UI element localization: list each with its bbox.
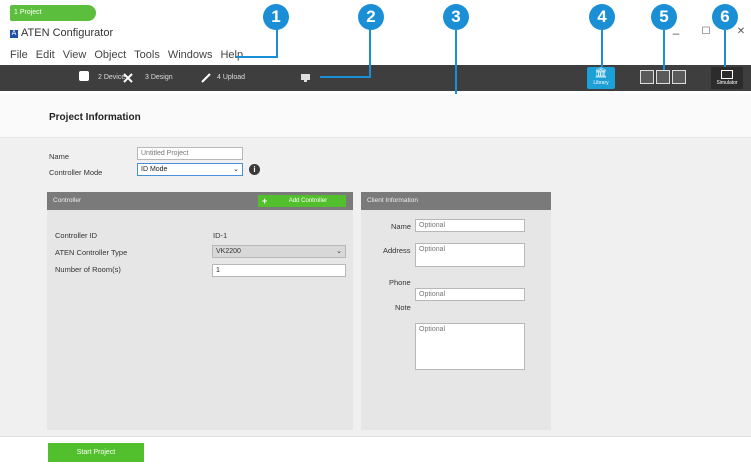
add-controller-button[interactable]: + Add Controller <box>258 195 346 207</box>
menu-file[interactable]: File <box>10 49 28 61</box>
name-label: Name <box>49 152 70 161</box>
client-name-label: Name <box>391 222 412 231</box>
client-address-input[interactable]: Optional <box>415 243 525 267</box>
controller-mode-select[interactable]: ID Mode ⌄ <box>137 163 243 176</box>
client-name-input[interactable]: Optional <box>415 219 525 232</box>
menu-edit[interactable]: Edit <box>36 49 55 61</box>
info-icon[interactable]: i <box>249 164 260 175</box>
layout-left-button[interactable] <box>640 70 654 84</box>
client-note-label: Note <box>395 303 411 312</box>
menu-tools[interactable]: Tools <box>134 49 160 61</box>
callout-5: 5 <box>651 4 677 30</box>
callout-1-line-v <box>276 26 278 58</box>
menu-object[interactable]: Object <box>94 49 126 61</box>
callout-6: 6 <box>712 4 738 30</box>
controller-id-value: ID-1 <box>213 231 228 240</box>
client-phone-input[interactable]: Optional <box>415 288 525 301</box>
project-name-input[interactable]: Untitled Project <box>137 147 243 160</box>
callout-4-line <box>601 30 603 67</box>
layout-bottom-button[interactable] <box>656 70 670 84</box>
client-note-textarea[interactable]: Optional <box>415 323 525 370</box>
project-step-icon <box>79 71 89 81</box>
callout-1: 1 <box>263 4 289 30</box>
callout-2-line-v <box>369 26 371 78</box>
controller-mode-label: Controller Mode <box>49 168 103 177</box>
layout-right-button[interactable] <box>672 70 686 84</box>
library-icon: 🏛 <box>594 68 608 79</box>
close-button[interactable]: ✕ <box>733 26 749 37</box>
maximize-button[interactable]: ☐ <box>698 26 714 37</box>
callout-2: 2 <box>358 4 384 30</box>
chevron-down-icon: ⌄ <box>233 166 239 173</box>
callout-5-line <box>663 30 665 70</box>
device-tools-icon <box>123 73 133 83</box>
controller-type-select[interactable]: VK2200 ⌄ <box>212 245 346 258</box>
step-upload[interactable]: 4 Upload <box>217 70 245 86</box>
design-pen-icon <box>201 73 211 83</box>
chevron-down-icon: ⌄ <box>336 248 342 255</box>
menu-view[interactable]: View <box>63 49 87 61</box>
library-button[interactable]: 🏛 Library <box>587 67 615 89</box>
controller-id-label: Controller ID <box>55 231 98 240</box>
app-title: ATEN Configurator <box>21 27 114 39</box>
simulator-button[interactable]: Simulator <box>711 67 743 89</box>
start-project-button[interactable]: Start Project <box>48 443 144 462</box>
aten-logo-icon: A <box>10 30 18 38</box>
callout-3: 3 <box>443 4 469 30</box>
callout-2-line <box>320 76 370 78</box>
upload-monitor-icon <box>301 74 310 82</box>
plus-icon: + <box>262 196 268 206</box>
step-project[interactable]: 1 Project <box>10 5 96 21</box>
callout-1-line <box>236 56 276 58</box>
step-design[interactable]: 3 Design <box>145 70 173 86</box>
menu-bar: File Edit View Object Tools Windows Help <box>10 49 243 61</box>
controller-panel <box>47 192 353 430</box>
menu-help[interactable]: Help <box>220 49 243 61</box>
simulator-icon <box>721 70 733 79</box>
rooms-input[interactable]: 1 <box>212 264 346 277</box>
client-address-label: Address <box>383 246 411 255</box>
controller-type-label: ATEN Controller Type <box>55 248 128 257</box>
rooms-label: Number of Room(s) <box>55 265 121 274</box>
callout-4: 4 <box>589 4 615 30</box>
menu-windows[interactable]: Windows <box>168 49 213 61</box>
client-panel-header: Client Information <box>361 192 551 210</box>
client-phone-label: Phone <box>389 278 411 287</box>
page-title: Project Information <box>49 112 141 123</box>
callout-6-line <box>724 30 726 67</box>
